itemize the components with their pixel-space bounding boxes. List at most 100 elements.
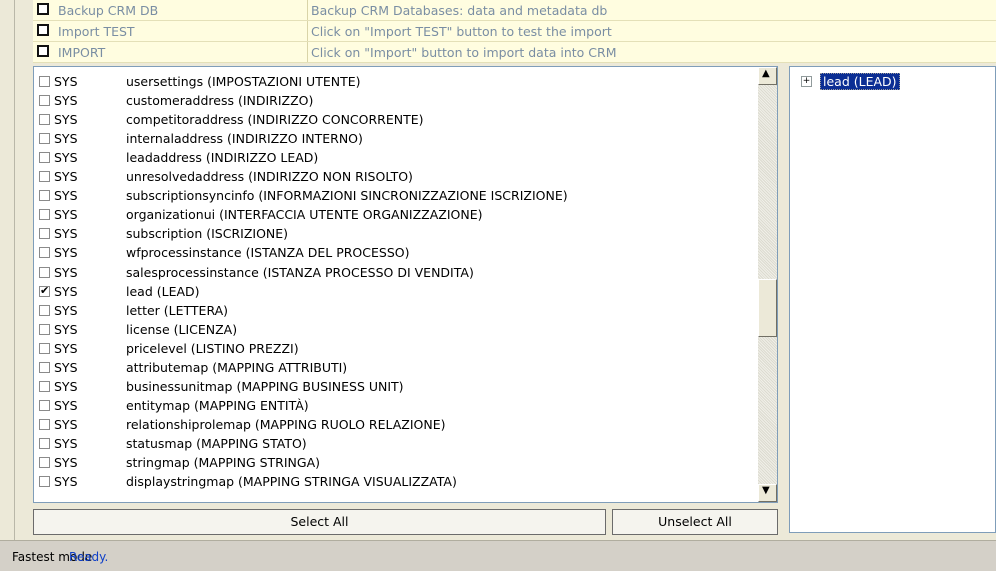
item-label: lead (LEAD) (126, 283, 200, 299)
item-type: SYS (54, 378, 78, 394)
list-item[interactable]: SYS letter (LETTERA) (34, 301, 759, 320)
item-label: internaladdress (INDIRIZZO INTERNO) (126, 131, 363, 147)
list-item[interactable]: SYS customeraddress (INDIRIZZO) (34, 91, 759, 110)
item-checkbox[interactable] (39, 114, 50, 126)
unselect-all-button[interactable]: Unselect All (612, 509, 778, 535)
checkbox[interactable] (37, 45, 49, 57)
list-item[interactable]: SYS relationshiprolemap (MAPPING RUOLO RE… (34, 415, 759, 434)
tree-node-lead[interactable]: lead (LEAD) (820, 73, 900, 90)
item-checkbox[interactable] (39, 228, 50, 240)
list-item[interactable]: SYS internaladdress (INDIRIZZO INTERNO) (34, 129, 759, 148)
action-description: Click on "Import TEST" button to test th… (311, 24, 612, 39)
item-checkbox[interactable] (39, 95, 50, 107)
item-checkbox[interactable] (39, 342, 50, 354)
item-type: SYS (54, 455, 78, 470)
item-label: customeraddress (INDIRIZZO) (126, 93, 314, 109)
list-item[interactable]: SYS statusmap (MAPPING STATO) (34, 434, 759, 453)
item-type: SYS (54, 416, 78, 432)
item-checkbox[interactable] (39, 437, 50, 449)
scroll-down-button[interactable]: ▼ (758, 484, 777, 502)
list-item[interactable]: SYS lead (LEAD) (34, 282, 759, 301)
item-checkbox[interactable] (39, 266, 50, 278)
item-checkbox[interactable] (39, 209, 50, 221)
expand-icon[interactable]: + (801, 76, 812, 87)
list-item[interactable]: SYS subscriptionsyncinfo (INFORMAZIONI SI… (34, 186, 759, 205)
action-description: Click on "Import" button to import data … (311, 45, 617, 60)
item-type: SYS (54, 283, 78, 299)
item-checkbox[interactable] (39, 361, 50, 373)
item-type: SYS (54, 112, 78, 128)
item-type: SYS (54, 340, 78, 356)
up-arrow-icon: ▲ (762, 68, 770, 79)
item-checkbox[interactable] (39, 171, 50, 183)
item-checkbox[interactable] (39, 76, 50, 87)
list-item[interactable]: SYS salesprocessinstance (ISTANZA PROCESS… (34, 263, 759, 282)
item-label: stringmap (MAPPING STRINGA) (126, 455, 321, 470)
list-item[interactable]: SYS wfprocessinstance (ISTANZA DEL PROCES… (34, 243, 759, 262)
checkbox[interactable] (37, 24, 49, 36)
action-table: Backup CRM DB Backup CRM Databases: data… (33, 0, 996, 63)
item-type: SYS (54, 150, 78, 166)
item-type: SYS (54, 207, 78, 223)
item-checkbox[interactable] (39, 380, 50, 392)
list-item[interactable]: SYS organizationui (INTERFACCIA UTENTE OR… (34, 205, 759, 224)
item-label: subscription (ISCRIZIONE) (126, 226, 289, 242)
list-item[interactable]: SYS entitymap (MAPPING ENTITÀ) (34, 396, 759, 415)
list-item[interactable]: SYS displaystringmap (MAPPING STRINGA VIS… (34, 472, 759, 491)
item-checkbox[interactable] (39, 399, 50, 411)
item-checkbox[interactable] (39, 323, 50, 335)
scroll-thumb[interactable] (758, 279, 777, 337)
list-item[interactable]: SYS competitoraddress (INDIRIZZO CONCORRE… (34, 110, 759, 129)
list-item[interactable]: SYS usersettings (IMPOSTAZIONI UTENTE) (34, 72, 759, 91)
item-label: displaystringmap (MAPPING STRINGA VISUAL… (126, 474, 457, 490)
list-item[interactable]: SYS leadaddress (INDIRIZZO LEAD) (34, 148, 759, 167)
list-item[interactable]: SYS stringmap (MAPPING STRINGA) (34, 453, 759, 472)
checkbox[interactable] (37, 3, 49, 15)
item-type: SYS (54, 188, 78, 204)
entity-tree[interactable]: + lead (LEAD) (789, 66, 996, 533)
item-checkbox[interactable] (39, 418, 50, 430)
item-checkbox[interactable] (39, 304, 50, 316)
list-item[interactable]: SYS subscription (ISCRIZIONE) (34, 224, 759, 243)
status-bar: Fastest mode Ready. (0, 540, 996, 571)
down-arrow-icon: ▼ (762, 485, 770, 496)
item-checkbox[interactable] (39, 152, 50, 164)
item-label: pricelevel (LISTINO PREZZI) (126, 340, 299, 356)
left-frame-edge (0, 0, 15, 540)
item-checkbox[interactable] (39, 476, 50, 488)
entity-checklist[interactable]: SYS usersettings (IMPOSTAZIONI UTENTE) SYS… (33, 66, 778, 503)
item-label: wfprocessinstance (ISTANZA DEL PROCESSO) (126, 245, 410, 261)
item-label: entitymap (MAPPING ENTITÀ) (126, 397, 309, 413)
select-all-button[interactable]: Select All (33, 509, 606, 535)
item-type: SYS (54, 435, 78, 451)
list-item[interactable]: SYS businessunitmap (MAPPING BUSINESS UNI… (34, 377, 759, 396)
item-checkbox[interactable] (39, 284, 50, 297)
list-item[interactable]: SYS pricelevel (LISTINO PREZZI) (34, 339, 759, 358)
item-checkbox[interactable] (39, 190, 50, 202)
scroll-up-button[interactable]: ▲ (758, 67, 777, 85)
action-row-import-test[interactable]: Import TEST Click on "Import TEST" butto… (33, 21, 996, 42)
action-row-import[interactable]: IMPORT Click on "Import" button to impor… (33, 42, 996, 63)
action-description: Backup CRM Databases: data and metadata … (311, 3, 608, 18)
column-divider (307, 21, 308, 41)
item-label: leadaddress (INDIRIZZO LEAD) (126, 150, 319, 166)
item-type: SYS (54, 93, 78, 109)
item-checkbox[interactable] (39, 247, 50, 259)
list-item[interactable]: SYS attributemap (MAPPING ATTRIBUTI) (34, 358, 759, 377)
item-label: competitoraddress (INDIRIZZO CONCORRENTE… (126, 112, 424, 128)
action-name: Import TEST (58, 24, 135, 39)
action-row-backup[interactable]: Backup CRM DB Backup CRM Databases: data… (33, 0, 996, 21)
item-type: SYS (54, 74, 78, 89)
column-divider (307, 0, 308, 20)
item-type: SYS (54, 359, 78, 375)
item-checkbox[interactable] (39, 133, 50, 145)
item-type: SYS (54, 264, 78, 280)
vertical-scrollbar[interactable]: ▲ ▼ (758, 67, 777, 502)
item-type: SYS (54, 169, 78, 185)
item-label: attributemap (MAPPING ATTRIBUTI) (126, 359, 348, 375)
list-item[interactable]: SYS license (LICENZA) (34, 320, 759, 339)
item-checkbox[interactable] (39, 457, 50, 468)
action-name: Backup CRM DB (58, 3, 159, 18)
status-state: Ready. (69, 550, 109, 564)
list-item[interactable]: SYS unresolvedaddress (INDIRIZZO NON RISO… (34, 167, 759, 186)
